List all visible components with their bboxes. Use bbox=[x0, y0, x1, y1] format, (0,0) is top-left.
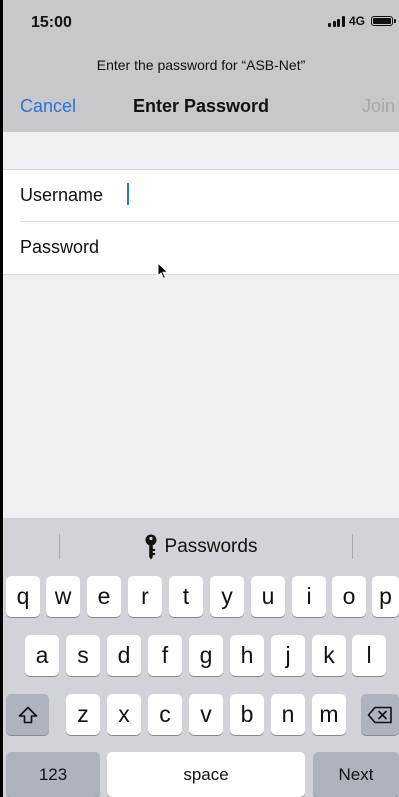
key-icon bbox=[145, 534, 157, 560]
key-s[interactable]: s bbox=[66, 635, 100, 676]
key-u[interactable]: u bbox=[251, 576, 285, 617]
signal-icon bbox=[328, 15, 345, 27]
mouse-pointer-icon bbox=[157, 262, 169, 280]
passwords-label: Passwords bbox=[164, 536, 258, 557]
backspace-icon bbox=[367, 706, 392, 723]
keyboard: Passwords q w e r t y u i o p a s d f g … bbox=[3, 518, 399, 797]
password-prompt: Enter the password for “ASB-Net” bbox=[96, 57, 306, 73]
key-n[interactable]: n bbox=[271, 694, 305, 735]
key-t[interactable]: t bbox=[169, 576, 203, 617]
status-indicators: 4G bbox=[328, 14, 396, 28]
key-w[interactable]: w bbox=[46, 576, 80, 617]
next-key[interactable]: Next bbox=[313, 752, 399, 797]
delete-key[interactable] bbox=[361, 694, 399, 735]
battery-icon bbox=[371, 16, 396, 26]
key-l[interactable]: l bbox=[352, 635, 386, 676]
key-x[interactable]: x bbox=[107, 694, 141, 735]
space-key[interactable]: space bbox=[107, 752, 305, 797]
password-field[interactable] bbox=[125, 232, 385, 262]
key-a[interactable]: a bbox=[25, 635, 59, 676]
header: 15:00 4G Enter the password for “ASB-Net… bbox=[3, 0, 399, 132]
shift-key[interactable] bbox=[6, 694, 49, 735]
key-d[interactable]: d bbox=[107, 635, 141, 676]
join-button[interactable]: Join bbox=[362, 96, 395, 117]
network-type: 4G bbox=[348, 14, 365, 28]
key-c[interactable]: c bbox=[148, 694, 182, 735]
passwords-suggestion[interactable]: Passwords bbox=[3, 534, 399, 560]
suggestion-divider bbox=[352, 534, 353, 559]
text-caret bbox=[127, 183, 129, 205]
key-q[interactable]: q bbox=[6, 576, 40, 617]
username-row: Username bbox=[3, 170, 399, 222]
key-j[interactable]: j bbox=[271, 635, 305, 676]
key-i[interactable]: i bbox=[292, 576, 326, 617]
key-k[interactable]: k bbox=[312, 635, 346, 676]
key-e[interactable]: e bbox=[87, 576, 121, 617]
cancel-button[interactable]: Cancel bbox=[20, 96, 76, 117]
status-time: 15:00 bbox=[31, 14, 72, 31]
key-o[interactable]: o bbox=[332, 576, 366, 617]
key-m[interactable]: m bbox=[312, 694, 346, 735]
key-y[interactable]: y bbox=[210, 576, 244, 617]
credentials-form: Username Password bbox=[3, 169, 399, 275]
key-f[interactable]: f bbox=[148, 635, 182, 676]
shift-arrow-icon bbox=[18, 706, 37, 723]
key-b[interactable]: b bbox=[230, 694, 264, 735]
password-row: Password bbox=[3, 222, 399, 273]
suggestion-bar: Passwords bbox=[3, 518, 399, 574]
screen: 15:00 4G Enter the password for “ASB-Net… bbox=[3, 0, 399, 797]
username-label: Username bbox=[20, 185, 104, 205]
numbers-key[interactable]: 123 bbox=[6, 752, 100, 797]
password-label: Password bbox=[20, 237, 100, 257]
key-h[interactable]: h bbox=[230, 635, 264, 676]
key-v[interactable]: v bbox=[189, 694, 223, 735]
key-p[interactable]: p bbox=[372, 576, 399, 617]
key-r[interactable]: r bbox=[128, 576, 162, 617]
key-g[interactable]: g bbox=[189, 635, 223, 676]
username-field[interactable] bbox=[125, 180, 385, 210]
key-z[interactable]: z bbox=[66, 694, 100, 735]
